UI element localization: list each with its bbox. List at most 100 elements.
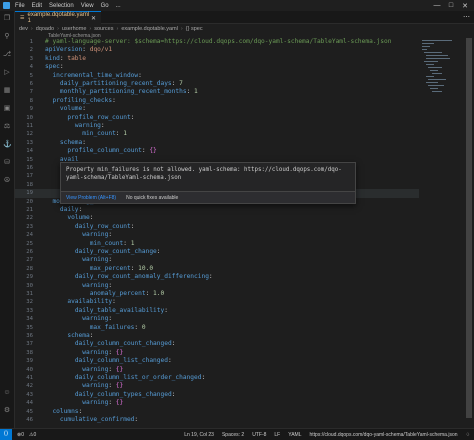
- line-number: 13: [26, 139, 33, 146]
- cursor-position[interactable]: Ln 19, Col 23: [184, 432, 214, 438]
- code-line[interactable]: monthly_partitioning_recent_months: 1: [45, 88, 198, 96]
- account-icon[interactable]: ☺: [3, 389, 11, 397]
- schema-status[interactable]: https://cloud.dqops.com/dqo-yaml-schema/…: [309, 432, 457, 438]
- python-icon[interactable]: ☮: [3, 177, 11, 185]
- breadcrumb-item[interactable]: {} spec: [186, 26, 203, 32]
- line-number: 3: [29, 55, 33, 62]
- code-line[interactable]: schema:: [45, 332, 93, 340]
- code-line[interactable]: volume:: [45, 105, 86, 113]
- breadcrumb-item[interactable]: sources: [94, 26, 113, 32]
- breadcrumb-item[interactable]: example.dqotable.yaml: [121, 26, 178, 32]
- code-line[interactable]: warning:: [45, 315, 112, 323]
- code-line[interactable]: daily_column_types_changed:: [45, 391, 176, 399]
- code-line[interactable]: incremental_time_window:: [45, 72, 141, 80]
- code-line[interactable]: warning:: [45, 122, 105, 130]
- code-line[interactable]: availability:: [45, 298, 115, 306]
- code-line[interactable]: daily_table_availability:: [45, 307, 168, 315]
- code-line[interactable]: daily_row_count:: [45, 223, 135, 231]
- close-icon[interactable]: ✕: [458, 2, 472, 10]
- code-line[interactable]: warning: {}: [45, 382, 123, 390]
- code-line[interactable]: profile_column_count: {}: [45, 147, 156, 155]
- code-line[interactable]: # yaml-language-server: $schema=https://…: [45, 38, 391, 46]
- tab-close-icon[interactable]: ✕: [91, 15, 96, 22]
- scrollbar-thumb[interactable]: [466, 38, 472, 418]
- line-number: 43: [26, 391, 33, 398]
- line-number: 45: [26, 408, 33, 415]
- encoding[interactable]: UTF-8: [252, 432, 266, 438]
- breadcrumb-item[interactable]: dev: [19, 26, 28, 32]
- code-line[interactable]: daily_partitioning_recent_days: 7: [45, 80, 183, 88]
- end-of-line[interactable]: LF: [274, 432, 280, 438]
- code-line[interactable]: volume:: [45, 214, 93, 222]
- code-line[interactable]: anomaly_percent: 1.0: [45, 290, 165, 298]
- code-line[interactable]: spec:: [45, 63, 64, 71]
- window-controls: — □ ✕: [430, 0, 472, 11]
- indentation[interactable]: Spaces: 2: [222, 432, 244, 438]
- database-icon[interactable]: ⛁: [3, 159, 11, 167]
- code-line[interactable]: schema:: [45, 139, 86, 147]
- menu-more[interactable]: ...: [116, 3, 121, 9]
- line-number: 6: [29, 81, 33, 87]
- line-number: 11: [26, 123, 33, 129]
- code-line[interactable]: daily:: [45, 206, 82, 214]
- language-mode[interactable]: YAML: [288, 432, 301, 438]
- extensions-icon[interactable]: ▦: [3, 87, 11, 95]
- remote-explorer-icon[interactable]: ▣: [3, 105, 11, 113]
- warning-count[interactable]: 0: [33, 432, 36, 438]
- code-line[interactable]: min_count: 1: [45, 130, 127, 138]
- more-actions-icon[interactable]: ⋯: [463, 13, 470, 21]
- minimize-icon[interactable]: —: [430, 2, 444, 9]
- code-line[interactable]: warning:: [45, 231, 112, 239]
- code-line[interactable]: daily_column_list_or_order_changed:: [45, 374, 205, 382]
- menu-go[interactable]: Go: [101, 3, 109, 9]
- code-line[interactable]: apiVersion: dqo/v1: [45, 46, 112, 54]
- breadcrumb-item[interactable]: userhome: [62, 26, 86, 32]
- view-problem-link[interactable]: View Problem (Alt+F8): [66, 195, 116, 201]
- breadcrumb-item[interactable]: dqoado: [36, 26, 54, 32]
- vertical-scrollbar[interactable]: [466, 38, 472, 428]
- editor-tabs: ☰ example.dqotable.yaml 1 ✕ ⋯: [15, 11, 474, 24]
- code-line[interactable]: kind: table: [45, 55, 86, 63]
- code-line[interactable]: profile_row_count:: [45, 114, 134, 122]
- code-line[interactable]: daily_row_count_anomaly_differencing:: [45, 273, 213, 281]
- error-count[interactable]: 0: [21, 432, 24, 438]
- code-line[interactable]: warning: {}: [45, 399, 123, 407]
- code-line[interactable]: warning:: [45, 256, 112, 264]
- problem-message: Property min_failures is not allowed. ya…: [66, 167, 342, 181]
- code-line[interactable]: daily_column_count_changed:: [45, 340, 176, 348]
- code-line[interactable]: cumulative_confirmed:: [45, 416, 138, 424]
- code-line[interactable]: daily_row_count_change:: [45, 248, 161, 256]
- code-line[interactable]: daily_column_list_changed:: [45, 357, 172, 365]
- minimap[interactable]: [420, 38, 460, 428]
- line-number: 25: [26, 240, 33, 247]
- maximize-icon[interactable]: □: [444, 2, 458, 9]
- code-line[interactable]: min_count: 1: [45, 240, 135, 248]
- line-number: 2: [29, 47, 33, 54]
- line-number: 20: [26, 198, 33, 205]
- testing-icon[interactable]: ⚖: [3, 123, 11, 131]
- remote-indicator-icon[interactable]: ⟨⟩: [0, 429, 12, 440]
- code-line[interactable]: warning: {}: [45, 366, 123, 374]
- code-editor[interactable]: 1 # yaml-language-server: $schema=https:/…: [15, 38, 419, 428]
- code-line[interactable]: warning:: [45, 282, 112, 290]
- docker-icon[interactable]: ⚓: [3, 141, 12, 149]
- title-bar: File Edit Selection View Go ... — □ ✕: [0, 0, 474, 11]
- menu-view[interactable]: View: [81, 3, 94, 9]
- notifications-bell-icon[interactable]: ♢: [466, 432, 470, 438]
- code-line[interactable]: columns:: [45, 408, 82, 416]
- code-line[interactable]: max_percent: 10.0: [45, 265, 153, 273]
- menu-edit[interactable]: Edit: [32, 3, 42, 9]
- line-number: 19: [26, 190, 33, 197]
- line-number: 24: [26, 232, 33, 239]
- source-control-icon[interactable]: ⎇: [3, 51, 11, 59]
- run-debug-icon[interactable]: ▷: [3, 69, 11, 77]
- code-line[interactable]: max_failures: 0: [45, 324, 146, 332]
- settings-gear-icon[interactable]: ⚙: [3, 407, 11, 415]
- search-icon[interactable]: ⚲: [3, 33, 11, 41]
- tab-example-dqotable[interactable]: ☰ example.dqotable.yaml 1 ✕: [15, 11, 101, 24]
- explorer-icon[interactable]: ❐: [3, 15, 11, 23]
- code-line[interactable]: warning: {}: [45, 349, 123, 357]
- menu-file[interactable]: File: [15, 3, 25, 9]
- menu-selection[interactable]: Selection: [49, 3, 74, 9]
- code-line[interactable]: profiling_checks:: [45, 97, 115, 105]
